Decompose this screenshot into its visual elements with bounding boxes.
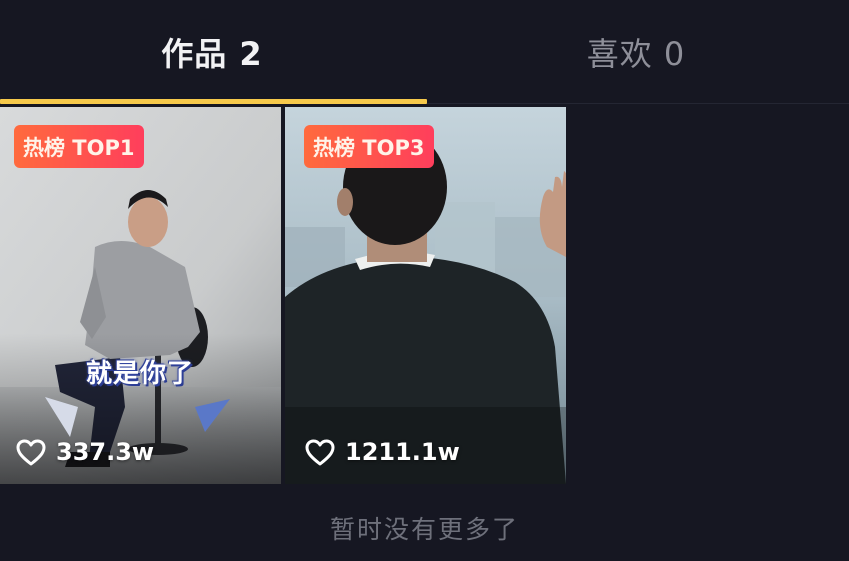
heart-outline-icon	[305, 439, 335, 465]
video-card[interactable]: 热榜 TOP3 1211.1w	[285, 107, 566, 484]
hot-rank-badge: 热榜 TOP3	[304, 125, 434, 168]
badge-label: 热榜 TOP3	[313, 135, 425, 160]
tab-works[interactable]: 作品 2	[0, 0, 424, 104]
like-count-value: 337.3w	[56, 438, 155, 466]
profile-works-screen: 作品 2 喜欢 0 热榜 TOP1 就是你了 337.3w 热榜 TOP3 12…	[0, 0, 849, 561]
video-card[interactable]: 热榜 TOP1 就是你了 337.3w	[0, 107, 281, 484]
like-count: 337.3w	[16, 438, 154, 466]
active-tab-indicator	[0, 99, 427, 104]
like-count: 1211.1w	[305, 438, 460, 466]
heart-outline-icon	[16, 439, 46, 465]
no-more-footer: 暂时没有更多了	[0, 510, 849, 546]
tab-bar: 作品 2 喜欢 0	[0, 0, 849, 104]
no-more-text: 暂时没有更多了	[329, 515, 519, 544]
video-caption: 就是你了	[86, 359, 195, 389]
tab-likes[interactable]: 喜欢 0	[424, 0, 848, 104]
hot-rank-badge: 热榜 TOP1	[14, 125, 144, 168]
tab-likes-label: 喜欢 0	[586, 35, 686, 73]
like-count-value: 1211.1w	[345, 438, 460, 466]
badge-label: 热榜 TOP1	[23, 135, 135, 160]
tab-works-label: 作品 2	[161, 35, 263, 73]
video-grid: 热榜 TOP1 就是你了 337.3w 热榜 TOP3 1211.1w	[0, 107, 566, 484]
